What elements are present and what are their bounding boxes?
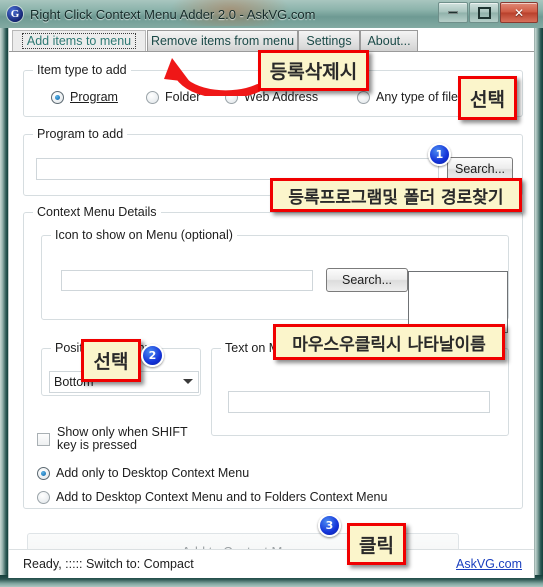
window-frame-left: [0, 0, 8, 578]
shift-only-checkbox-box: [37, 432, 50, 446]
radio-program-label: Program: [70, 90, 118, 104]
title-bar[interactable]: G Right Click Context Menu Adder 2.0 - A…: [0, 0, 543, 28]
minimize-button[interactable]: [438, 2, 468, 23]
program-to-add-legend: Program to add: [33, 127, 128, 141]
radio-desktop-and-folders-indicator: [37, 490, 50, 504]
radio-program-indicator: [51, 90, 64, 104]
chevron-down-icon: [183, 379, 193, 384]
radio-desktop-only[interactable]: Add only to Desktop Context Menu: [37, 466, 249, 480]
radio-web-address[interactable]: Web Address: [225, 90, 318, 104]
step-badge-1: 1: [428, 143, 451, 166]
tab-settings[interactable]: Settings: [298, 30, 360, 51]
radio-web-address-label: Web Address: [244, 90, 319, 104]
icon-search-button-label: Search...: [341, 273, 393, 287]
annotation-select-position-note: 선택: [81, 339, 141, 382]
program-path-input[interactable]: [36, 158, 439, 180]
radio-folder-label: Folder: [165, 90, 201, 104]
close-icon: ✕: [513, 5, 525, 20]
status-bar: Ready, ::::: Switch to: Compact AskVG.co…: [9, 549, 534, 578]
step-badge-2: 2: [141, 344, 164, 367]
app-icon[interactable]: G: [7, 6, 23, 22]
icon-path-input[interactable]: [61, 270, 313, 291]
radio-desktop-and-folders-label: Add to Desktop Context Menu and to Folde…: [56, 490, 388, 504]
maximize-button[interactable]: [469, 2, 499, 23]
radio-web-address-indicator: [225, 90, 238, 104]
radio-any-type-of-file-label: Any type of file: [376, 90, 458, 104]
item-type-group-legend: Item type to add: [33, 63, 131, 77]
text-on-menu-group: Text on Menu: [211, 341, 509, 436]
radio-desktop-only-indicator: [37, 466, 50, 480]
status-text: Ready, ::::: Switch to: Compact: [23, 557, 194, 571]
client-area: Add items to menu Remove items from menu…: [8, 28, 535, 578]
shift-only-label-line2: key is pressed: [57, 438, 137, 452]
tab-remove-items-from-menu-label: Remove items from menu: [150, 34, 295, 48]
tab-about-label: About...: [367, 34, 411, 48]
annotation-click-note: 클릭: [347, 523, 406, 565]
close-button[interactable]: ✕: [500, 2, 538, 23]
menu-text-input[interactable]: [228, 391, 490, 413]
step-badge-3: 3: [318, 514, 341, 537]
window-frame-right: [535, 0, 543, 578]
shift-only-checkbox[interactable]: Show only when SHIFT key is pressed: [37, 426, 188, 452]
program-search-button-label: Search...: [454, 162, 506, 176]
maximize-icon: [477, 6, 491, 19]
window-controls: ✕: [437, 2, 538, 23]
shift-only-label-line1: Show only when SHIFT: [57, 425, 188, 439]
icon-search-button[interactable]: Search...: [326, 268, 408, 292]
tab-add-items-to-menu-label: Add items to menu: [21, 32, 137, 50]
radio-desktop-only-label: Add only to Desktop Context Menu: [56, 466, 250, 480]
radio-any-type-of-file[interactable]: Any type of file: [357, 90, 458, 104]
radio-folder-indicator: [146, 90, 159, 104]
minimize-icon: [448, 11, 458, 14]
tab-strip: Add items to menu Remove items from menu…: [9, 28, 534, 52]
askvg-link[interactable]: AskVG.com: [456, 557, 522, 571]
radio-program[interactable]: Program: [51, 90, 118, 104]
annotation-select-type-note: 선택: [458, 76, 517, 120]
tab-settings-label: Settings: [306, 34, 352, 48]
annotation-tabs-note: 등록삭제시: [258, 50, 369, 91]
annotation-program-path-note: 등록프로그램및 폴더 경로찾기: [270, 178, 522, 212]
tab-add-items-to-menu[interactable]: Add items to menu: [12, 30, 146, 51]
radio-desktop-and-folders[interactable]: Add to Desktop Context Menu and to Folde…: [37, 490, 387, 504]
annotation-menu-text-note: 마우스우클릭시 나타날이름: [273, 324, 505, 360]
application-window: G Right Click Context Menu Adder 2.0 - A…: [0, 0, 543, 587]
tab-about[interactable]: About...: [360, 30, 418, 51]
tab-remove-items-from-menu[interactable]: Remove items from menu: [147, 30, 298, 51]
window-title: Right Click Context Menu Adder 2.0 - Ask…: [30, 6, 316, 22]
radio-any-type-of-file-indicator: [357, 90, 370, 104]
icon-to-show-legend: Icon to show on Menu (optional): [51, 228, 237, 242]
radio-folder[interactable]: Folder: [146, 90, 200, 104]
context-menu-details-legend: Context Menu Details: [33, 205, 161, 219]
